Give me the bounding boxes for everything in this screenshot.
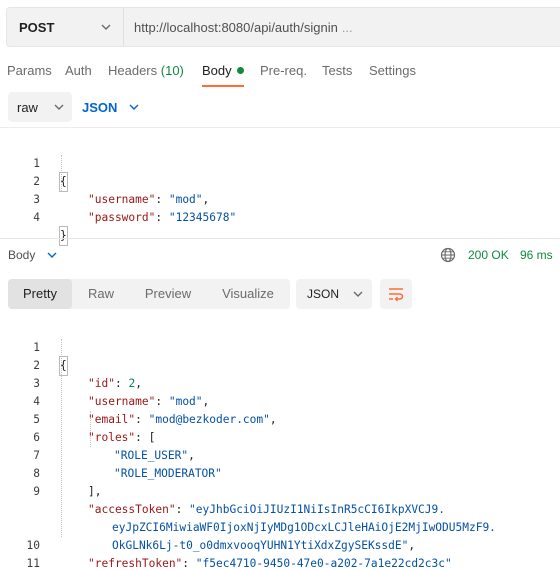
wrap-lines-icon [389,288,404,302]
view-tab-raw[interactable]: Raw [72,279,130,309]
tab-headers-label: Headers [108,63,158,78]
code-text: "refreshToken": "f5ec4710-9450-47e0-a202… [88,557,452,570]
body-type-bar: raw JSON [0,92,560,128]
url-input[interactable]: http://localhost:8080/api/auth/signin ..… [124,8,560,46]
line-number: 4 [33,211,40,224]
url-text: http://localhost:8080/api/auth/signin [134,19,338,35]
method-select[interactable]: POST [7,8,124,46]
active-tab-underline [202,85,244,87]
code-line: 8 ], [0,447,560,498]
tab-headers[interactable]: Headers (10) [108,62,184,88]
code-line: 11 } [0,537,560,570]
code-line: OkGLNk6Lj-t0_o0dmxvooqYUHN1YtiXdxZgySEKs… [0,501,560,552]
tab-body-label: Body [202,63,232,78]
view-tab-preview[interactable]: Preview [132,279,204,309]
code-line: 6 "ROLE_USER", [0,411,560,462]
code-text: "password": "12345678" [88,211,237,224]
code-line: 9 "accessToken": "eyJhbGciOiJIUzI1NiIsIn… [0,465,560,516]
code-line: 2 "username": "mod", [0,155,560,206]
response-toolbar: Pretty Raw Preview Visualize JSON [8,279,560,311]
globe-icon[interactable] [440,247,456,263]
tab-settings[interactable]: Settings [369,62,416,88]
wrap-lines-button[interactable] [380,279,412,309]
response-format-select[interactable]: JSON [296,279,372,309]
code-line: 1 { [0,137,560,192]
body-mode-label: raw [17,99,38,115]
method-label: POST [19,19,55,35]
chevron-down-icon [101,24,111,30]
response-body-viewer[interactable]: 1 { 2 "id": 2, 3 "username": "mod", 4 "e… [0,321,560,570]
url-ellipsis: ... [341,19,353,35]
request-bar: POST http://localhost:8080/api/auth/sign… [6,7,560,47]
response-time[interactable]: 96 ms [520,248,553,262]
status-code[interactable]: 200 OK [468,248,509,262]
response-section-select[interactable]: Body [8,248,59,262]
body-mode-select[interactable]: raw [8,92,72,122]
tab-params[interactable]: Params [7,62,52,88]
body-indicator-dot [236,67,244,74]
code-line: eyJpZCI6MiwiaWF0IjoxNjIyMDg1ODcxLCJleHAi… [0,483,560,534]
json-value: "12345678" [168,211,237,224]
tab-pre-request[interactable]: Pre-req. [260,62,307,88]
code-text: } [59,226,68,246]
response-header: Body 200 OK 96 ms [0,246,560,266]
code-line: 7 "ROLE_MODERATOR" [0,429,560,480]
chevron-down-icon [129,104,139,110]
tab-auth[interactable]: Auth [65,62,92,88]
response-section-label: Body [8,248,36,262]
code-line: 4 "email": "mod@bezkoder.com", [0,375,560,426]
json-key: "password" [88,211,156,224]
code-line: 5 "roles": [ [0,393,560,444]
chevron-down-icon [47,252,57,258]
code-line: 2 "id": 2, [0,339,560,390]
request-body-editor[interactable]: 1 { 2 "username": "mod", 3 "password": "… [0,137,560,246]
tab-headers-count: (10) [160,63,184,78]
response-format-label: JSON [307,287,340,301]
chevron-down-icon [54,104,64,110]
code-line: 1 { [0,321,560,376]
view-tab-pretty[interactable]: Pretty [8,279,72,309]
section-divider [0,238,560,239]
view-tab-visualize[interactable]: Visualize [206,279,290,309]
line-number: 11 [26,557,40,570]
body-language-select[interactable]: JSON [82,92,141,122]
response-view-tabs: Pretty Raw Preview Visualize [8,279,290,309]
body-language-label: JSON [82,99,118,115]
chevron-down-icon [353,291,363,297]
code-line: 3 "username": "mod", [0,357,560,408]
code-line: 10 "refreshToken": "f5ec4710-9450-47e0-a… [0,519,560,570]
request-tabs: Params Auth Headers (10) Body Pre-req. T… [0,62,560,88]
code-line: 3 "password": "12345678" [0,173,560,224]
code-line: 4 } [0,191,560,246]
tab-tests[interactable]: Tests [322,62,352,88]
